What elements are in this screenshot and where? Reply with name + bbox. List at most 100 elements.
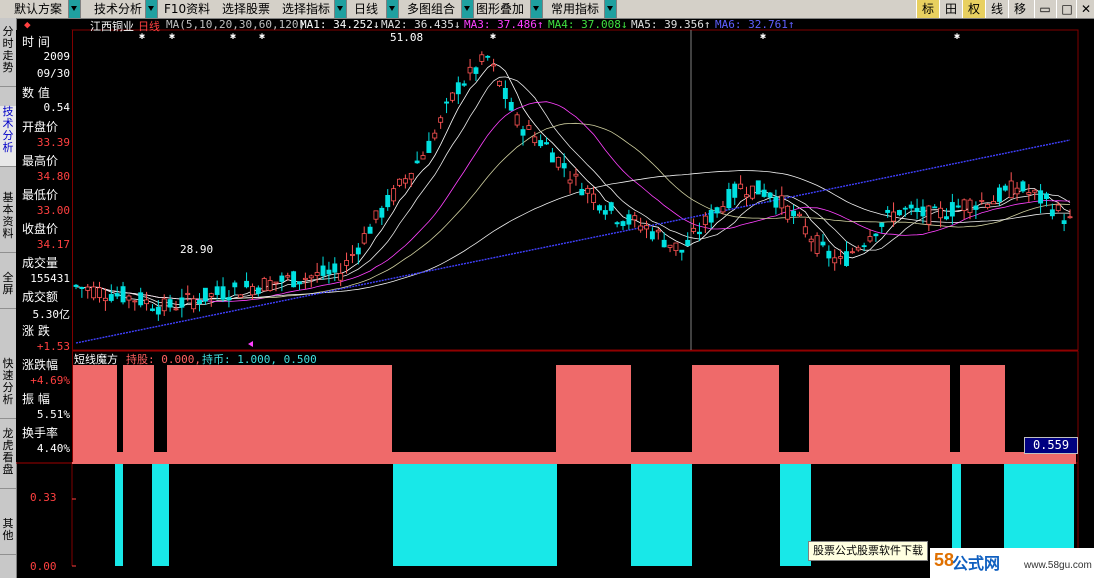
change-label: 涨 跌 bbox=[22, 324, 50, 338]
amount-label: 成交额 bbox=[22, 290, 59, 304]
candle-body bbox=[602, 210, 608, 215]
candle-body bbox=[161, 298, 167, 312]
candle-body bbox=[1032, 189, 1038, 193]
candle-body bbox=[614, 222, 620, 225]
pct-label: 涨跌幅 bbox=[22, 358, 59, 372]
signal-star: ✱ bbox=[259, 31, 265, 42]
candle-body bbox=[691, 227, 697, 232]
candle-body bbox=[220, 286, 226, 300]
ma4-value: MA4: 37.008↓ bbox=[548, 18, 628, 31]
volume-value: 155431 bbox=[30, 272, 70, 285]
candle-body bbox=[226, 297, 232, 301]
candle-body bbox=[320, 265, 326, 276]
indicator-name[interactable]: 短线魔方 bbox=[74, 351, 118, 367]
volume-label: 成交量 bbox=[22, 256, 59, 270]
candle-body bbox=[791, 210, 797, 217]
candle-body bbox=[1067, 216, 1073, 219]
candle-body bbox=[808, 238, 814, 243]
candle-body bbox=[567, 179, 573, 184]
candle-body bbox=[779, 195, 785, 209]
ma120-line bbox=[75, 139, 1071, 344]
amplitude-value: 5.51% bbox=[36, 408, 70, 421]
candle-body bbox=[438, 117, 444, 123]
candle-body bbox=[367, 226, 373, 234]
indicator-coin: 持币: 1.000, 0.500 bbox=[202, 353, 317, 366]
coin-block bbox=[393, 464, 557, 566]
candle-body bbox=[138, 292, 144, 306]
candle-body bbox=[520, 129, 526, 136]
candle-body bbox=[697, 231, 702, 235]
candle-body bbox=[967, 199, 973, 214]
candle-body bbox=[932, 206, 938, 209]
candle-body bbox=[279, 275, 285, 282]
candle-body bbox=[755, 180, 761, 195]
candle-body bbox=[326, 269, 332, 275]
candle-body bbox=[491, 63, 497, 67]
candle-body bbox=[185, 292, 191, 295]
candle-body bbox=[202, 287, 208, 302]
candle-body bbox=[467, 66, 473, 74]
value-label: 数 值 bbox=[22, 86, 50, 100]
signal-star: ✱ bbox=[490, 31, 496, 42]
candle-body bbox=[102, 297, 108, 302]
coin-block bbox=[152, 464, 169, 566]
candle-body bbox=[526, 125, 532, 130]
low-value: 33.00 bbox=[36, 204, 70, 217]
candle-body bbox=[944, 216, 949, 220]
candle-body bbox=[355, 247, 361, 255]
candle-body bbox=[108, 294, 114, 301]
candle-body bbox=[1038, 190, 1044, 204]
coin-block bbox=[780, 464, 811, 566]
candle-body bbox=[391, 188, 397, 202]
turnover-value: 4.40% bbox=[36, 442, 70, 455]
candle-body bbox=[361, 233, 367, 244]
candle-body bbox=[155, 306, 161, 315]
candle-body bbox=[549, 152, 555, 163]
close-label: 收盘价 bbox=[22, 222, 59, 236]
candle-body bbox=[838, 256, 844, 259]
candle-body bbox=[996, 187, 1002, 202]
close-value: 34.17 bbox=[36, 238, 70, 251]
candle-body bbox=[855, 247, 861, 251]
coin-block bbox=[115, 464, 123, 566]
candle-body bbox=[332, 263, 338, 273]
candle-body bbox=[873, 233, 879, 237]
candle-body bbox=[902, 207, 908, 210]
candle-body bbox=[885, 209, 891, 213]
low-label: 最低价 bbox=[22, 188, 59, 202]
kline-chart[interactable]: ✱ ✱ ✱ ✱ ✱ ✱ ✱ bbox=[0, 0, 1094, 578]
time-label: 时 间 bbox=[22, 35, 50, 49]
position-marker bbox=[248, 341, 253, 347]
candle-body bbox=[561, 163, 567, 169]
candle-body bbox=[655, 229, 661, 233]
candle-body bbox=[832, 257, 838, 264]
candle-body bbox=[738, 183, 744, 189]
candle-body bbox=[120, 286, 126, 303]
candle-body bbox=[649, 231, 655, 240]
candle-body bbox=[720, 206, 726, 213]
candle-body bbox=[867, 236, 873, 242]
candle-body bbox=[644, 225, 649, 230]
candle-body bbox=[173, 308, 179, 311]
candle-body bbox=[244, 280, 250, 288]
candle-body bbox=[91, 286, 97, 299]
candle-body bbox=[214, 286, 220, 295]
candle-body bbox=[379, 207, 385, 218]
indicator-hold: 持股: 0.000, bbox=[126, 353, 201, 366]
candle-body bbox=[444, 101, 449, 104]
candle-body bbox=[1026, 192, 1032, 195]
candle-body bbox=[385, 195, 391, 208]
candle-body bbox=[896, 210, 902, 216]
ma10-line bbox=[75, 76, 1071, 306]
candle-body bbox=[150, 308, 155, 311]
candle-body bbox=[461, 83, 467, 86]
candle-body bbox=[926, 205, 932, 225]
candle-body bbox=[114, 293, 120, 297]
candle-body bbox=[961, 199, 967, 212]
candle-body bbox=[773, 196, 779, 208]
pct-value: +4.69% bbox=[30, 374, 70, 387]
candle-body bbox=[250, 286, 255, 296]
candle-body bbox=[597, 205, 602, 211]
candle-body bbox=[97, 287, 102, 298]
candle-body bbox=[579, 188, 585, 196]
